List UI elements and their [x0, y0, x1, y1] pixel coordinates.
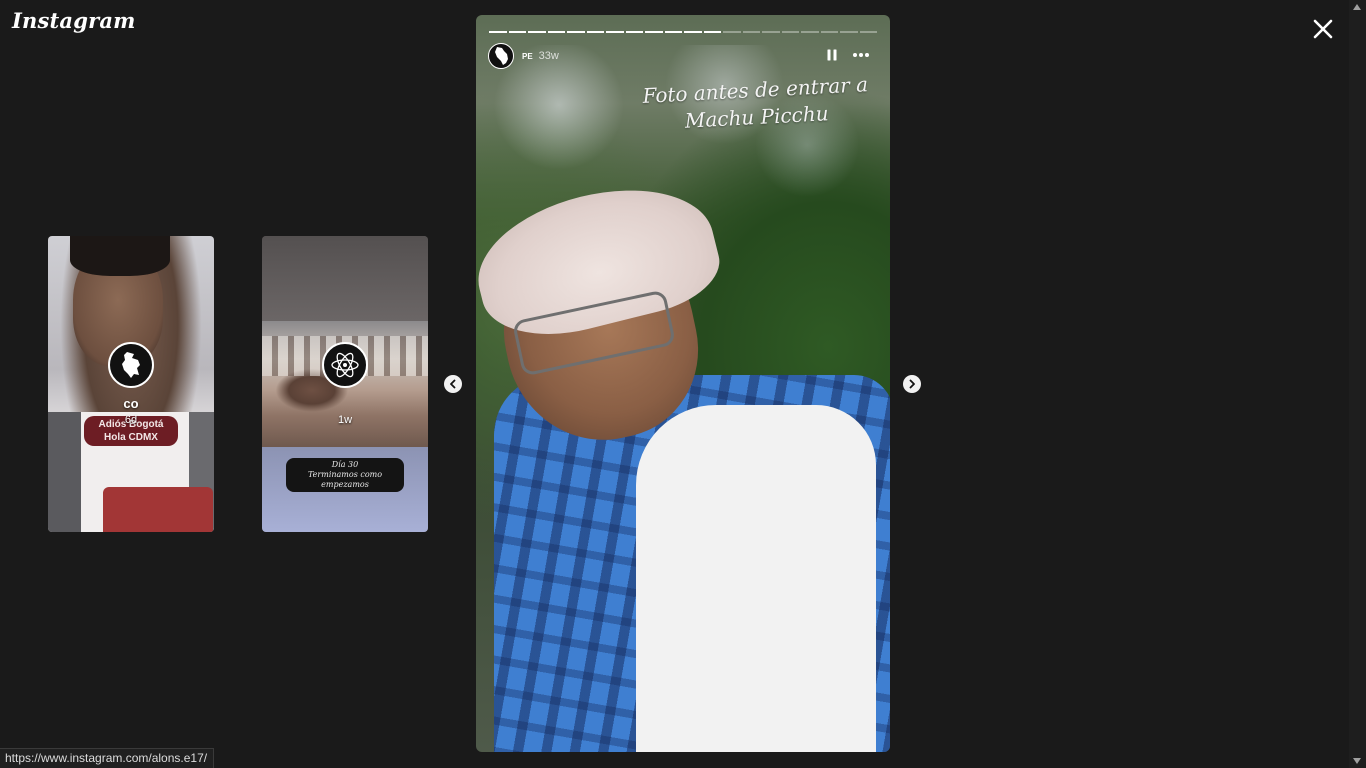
colombia-map-icon [122, 352, 140, 378]
preview-1-time: 6d [124, 414, 138, 426]
progress-segment [742, 31, 760, 33]
progress-segment [625, 31, 643, 33]
preview-2-time: 1w [337, 414, 353, 426]
story-tshirt [636, 405, 876, 752]
preview-1-avatar [108, 342, 154, 388]
scroll-down-icon[interactable] [1353, 758, 1361, 764]
close-icon[interactable] [1309, 15, 1337, 43]
story-avatar[interactable] [488, 43, 514, 69]
scroll-up-icon[interactable] [1353, 4, 1361, 10]
preview-2-top-band [262, 236, 428, 321]
progress-segment [586, 31, 604, 33]
progress-segment [508, 31, 526, 33]
progress-segment [528, 31, 546, 33]
progress-segment [645, 31, 663, 33]
progress-segment [684, 31, 702, 33]
atom-icon [331, 352, 359, 378]
preview-2-caption-line2: Terminamos como empezamos [307, 470, 383, 489]
chevron-left-icon [450, 379, 456, 389]
previous-story-button[interactable] [444, 375, 462, 393]
progress-segment [762, 31, 780, 33]
progress-segment [781, 31, 799, 33]
preview-story-1[interactable]: co Adiós Bogotá Hola CDMX 6d [48, 236, 214, 532]
progress-segment [664, 31, 682, 33]
progress-segment [801, 31, 819, 33]
preview-2-caption-line1: Día 30 [331, 460, 359, 469]
story-username[interactable]: PE [522, 52, 533, 61]
progress-segment [723, 31, 741, 33]
preview-story-2[interactable]: 1w Día 30 Terminamos como empezamos [262, 236, 428, 532]
preview-1-hair [70, 236, 170, 276]
story-time: 33w [538, 50, 559, 62]
progress-segment [859, 31, 877, 33]
active-story[interactable]: Foto antes de entrar a Machu Picchu PE 3… [476, 15, 890, 752]
progress-segment [840, 31, 858, 33]
peru-map-icon [495, 47, 508, 65]
chevron-right-icon [909, 379, 915, 389]
story-header: PE 33w [488, 42, 559, 70]
more-options-icon[interactable] [852, 49, 870, 61]
story-progress-bar [489, 31, 877, 33]
preview-2-avatar [322, 342, 368, 388]
preview-1-sticker-line2: Hola CDMX [104, 432, 158, 443]
page-scrollbar[interactable] [1349, 0, 1366, 768]
preview-1-username: co [123, 396, 139, 411]
instagram-logo[interactable]: Instagram [12, 8, 136, 33]
progress-segment [547, 31, 565, 33]
preview-1-shirt-print [103, 487, 213, 532]
story-viewer-page: Instagram co Adiós Bogotá Hola CDMX 6d 1… [0, 0, 1366, 768]
next-story-button[interactable] [903, 375, 921, 393]
progress-segment [489, 31, 507, 33]
progress-segment [567, 31, 585, 33]
progress-segment [606, 31, 624, 33]
progress-segment [820, 31, 838, 33]
progress-segment [703, 31, 721, 33]
preview-2-caption: Día 30 Terminamos como empezamos [286, 458, 404, 492]
pause-icon[interactable] [825, 48, 839, 62]
status-bar-url: https://www.instagram.com/alons.e17/ [0, 748, 215, 768]
